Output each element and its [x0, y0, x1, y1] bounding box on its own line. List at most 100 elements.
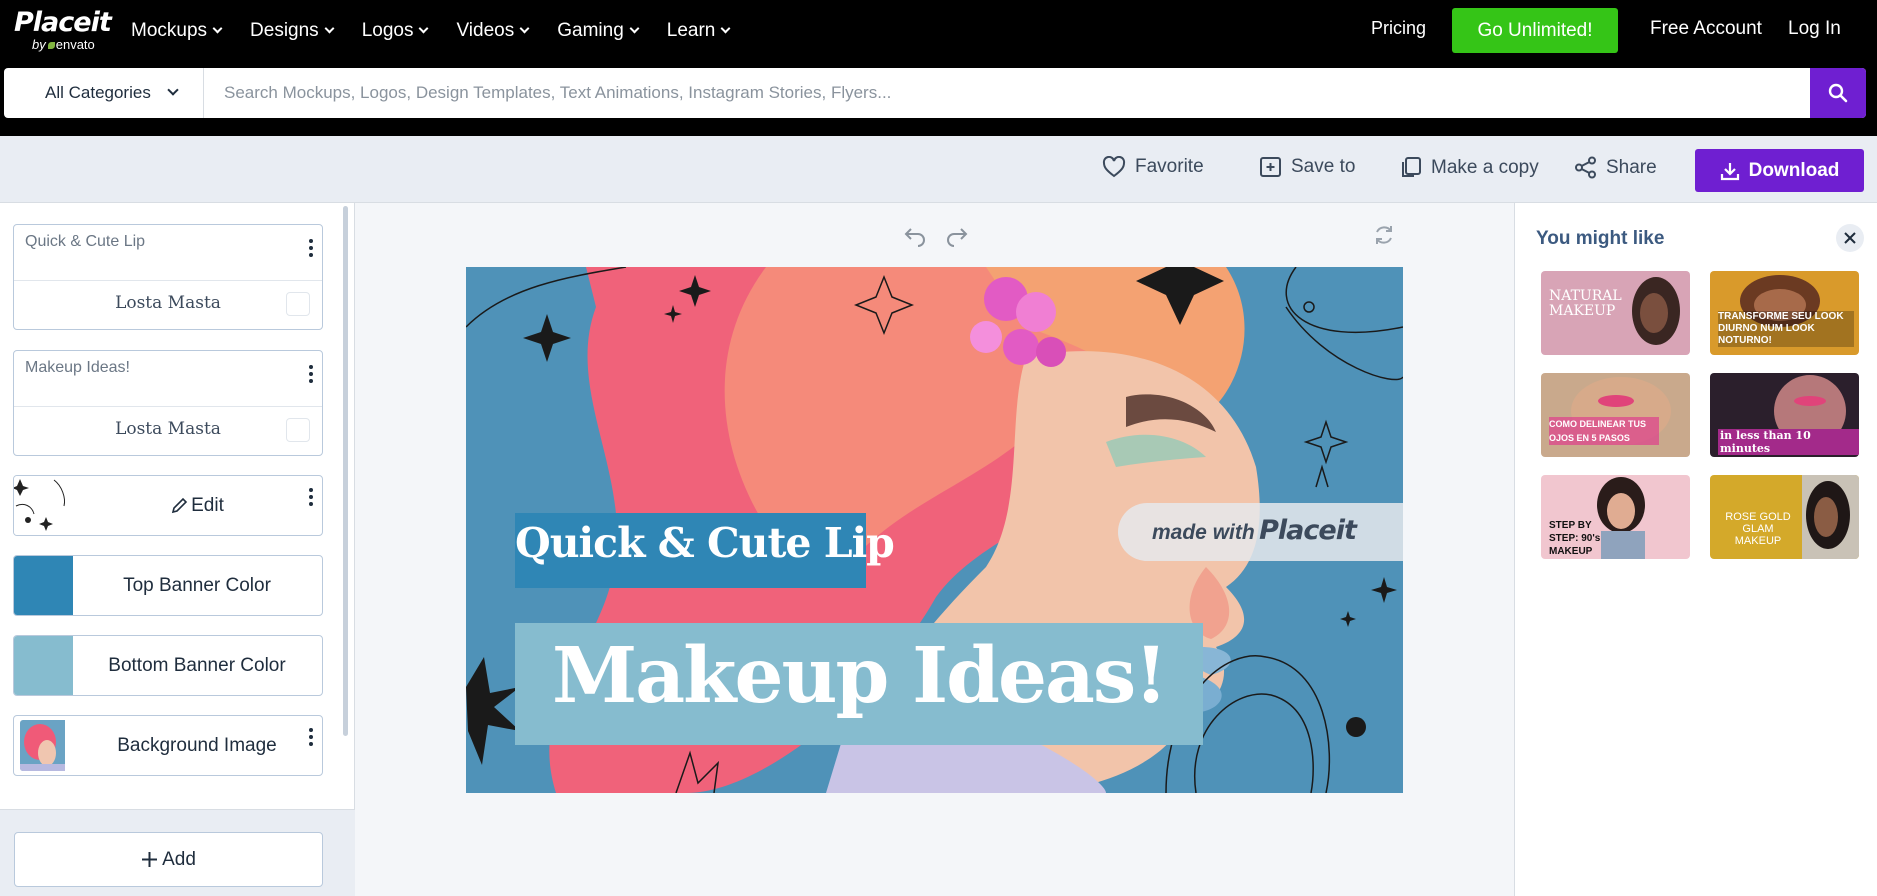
redo-icon[interactable] [945, 223, 969, 247]
bottom-banner-color-card[interactable]: Bottom Banner Color [13, 635, 323, 696]
add-layer-button[interactable]: Add [14, 832, 323, 887]
chevron-down-icon [212, 23, 223, 33]
top-navigation: Placeit by envato Mockups Designs Logos V… [0, 0, 1877, 61]
category-select[interactable]: All Categories [4, 68, 204, 118]
edit-graphics-button[interactable]: Edit [72, 476, 322, 535]
close-panel-button[interactable] [1836, 224, 1864, 252]
watermark: made with Placeit [1152, 515, 1357, 546]
editor-toolbar: Favorite Save to Make a copy Share Downl… [0, 136, 1877, 203]
more-options-icon[interactable] [307, 486, 315, 508]
suggestion-tile[interactable]: STEP BY STEP: 90's MAKEUP [1541, 475, 1690, 559]
make-copy-button[interactable]: Make a copy [1399, 156, 1539, 179]
graphics-thumbnail [14, 476, 72, 535]
menu-learn[interactable]: Learn [666, 19, 731, 42]
chevron-down-icon [419, 23, 429, 33]
suggestions-title: You might like [1536, 228, 1665, 249]
suggestion-text: TRANSFORME SEU LOOK DIURNO NUM LOOK NOTU… [1718, 311, 1854, 347]
menu-mockups[interactable]: Mockups [131, 19, 223, 42]
add-to-folder-icon [1260, 157, 1281, 177]
bottom-banner-color-swatch[interactable] [14, 636, 73, 695]
login-link[interactable]: Log In [1788, 18, 1841, 40]
suggestion-tile[interactable]: ROSE GOLD GLAM MAKEUP [1710, 475, 1859, 559]
font-selector[interactable]: Losta Masta [14, 419, 322, 439]
layers-scrollbar[interactable] [343, 206, 348, 736]
suggestion-tile[interactable]: NATURAL MAKEUP [1541, 271, 1690, 355]
chevron-down-icon [720, 23, 731, 33]
graphics-layer-card[interactable]: Edit [13, 475, 323, 536]
text-layer-card[interactable]: Quick & Cute Lip Losta Masta [13, 224, 323, 330]
search-button[interactable] [1810, 68, 1866, 118]
font-selector[interactable]: Losta Masta [14, 293, 322, 313]
save-to-label: Save to [1291, 156, 1356, 177]
main-menu: Mockups Designs Logos Videos Gaming Lear… [131, 0, 758, 61]
menu-label: Gaming [557, 19, 624, 41]
divider [14, 406, 322, 407]
suggestion-tile[interactable]: COMO DELINEAR TUS OJOS EN 5 PASOS [1541, 373, 1690, 457]
design-preview[interactable]: Quick & Cute Lip Makeup Ideas! made with… [466, 267, 1403, 793]
more-options-icon[interactable] [307, 363, 315, 385]
chevron-down-icon [324, 23, 335, 33]
background-image-thumbnail [20, 720, 72, 771]
download-label: Download [1748, 159, 1840, 181]
suggestion-tile[interactable]: TRANSFORME SEU LOOK DIURNO NUM LOOK NOTU… [1710, 271, 1859, 355]
chevron-down-icon [167, 84, 179, 96]
text-color-swatch[interactable] [286, 418, 310, 442]
menu-logos[interactable]: Logos [361, 19, 429, 42]
heart-icon [1102, 156, 1126, 178]
background-image-card[interactable]: Background Image [13, 715, 323, 776]
top-banner-color-swatch[interactable] [14, 556, 73, 615]
chevron-down-icon [519, 23, 530, 33]
headline-big[interactable]: Makeup Ideas! [515, 631, 1203, 721]
search-bar-area: All Categories [0, 61, 1877, 136]
bottom-banner-color-label: Bottom Banner Color [108, 654, 286, 676]
favorite-button[interactable]: Favorite [1102, 156, 1204, 178]
logo-byline: by envato [32, 37, 95, 52]
suggestion-text: COMO DELINEAR TUS OJOS EN 5 PASOS [1549, 417, 1659, 445]
download-icon [1720, 162, 1739, 180]
suggestion-text: NATURAL MAKEUP [1549, 288, 1622, 319]
watermark-prefix: made with [1152, 521, 1255, 544]
free-account-link[interactable]: Free Account [1650, 18, 1762, 40]
logo-envato: envato [55, 37, 95, 52]
pricing-link[interactable]: Pricing [1371, 18, 1426, 39]
menu-label: Learn [666, 19, 716, 41]
suggestion-text: STEP BY STEP: 90's MAKEUP [1549, 520, 1601, 557]
search-bar: All Categories [4, 68, 1866, 118]
share-button[interactable]: Share [1574, 156, 1657, 179]
menu-label: Videos [456, 19, 515, 41]
envato-leaf-icon [47, 42, 55, 49]
top-banner-color-card[interactable]: Top Banner Color [13, 555, 323, 616]
more-options-icon[interactable] [307, 726, 315, 748]
logo-by: by [32, 37, 46, 52]
menu-label: Logos [361, 19, 414, 41]
text-layer-card[interactable]: Makeup Ideas! Losta Masta [13, 350, 323, 456]
text-color-swatch[interactable] [286, 292, 310, 316]
text-layer-value: Makeup Ideas! [25, 359, 130, 376]
placeit-logo[interactable]: Placeit by envato [14, 9, 114, 53]
go-unlimited-button[interactable]: Go Unlimited! [1452, 8, 1618, 53]
search-input[interactable] [204, 68, 1810, 118]
close-icon [1844, 232, 1856, 244]
menu-label: Mockups [131, 19, 208, 41]
text-layer-value: Quick & Cute Lip [25, 233, 146, 250]
divider [14, 280, 322, 281]
refresh-icon[interactable] [1372, 223, 1396, 247]
make-copy-label: Make a copy [1431, 156, 1539, 178]
suggestions-panel: You might like NATURAL MAKEUP TRANSFORME… [1514, 203, 1877, 896]
menu-gaming[interactable]: Gaming [557, 19, 640, 42]
download-button[interactable]: Download [1695, 149, 1864, 192]
chevron-down-icon [629, 23, 640, 33]
logo-wordmark: Placeit [14, 7, 112, 38]
undo-icon[interactable] [903, 223, 927, 247]
more-options-icon[interactable] [307, 237, 315, 259]
layers-panel: Quick & Cute Lip Losta Masta Makeup Idea… [0, 203, 355, 896]
share-label: Share [1606, 156, 1657, 178]
save-to-button[interactable]: Save to [1259, 156, 1355, 178]
suggestion-text: in less than 10 minutes [1718, 429, 1859, 455]
headline-small[interactable]: Quick & Cute Lip [515, 519, 895, 567]
menu-videos[interactable]: Videos [456, 19, 530, 42]
pencil-icon [172, 497, 188, 513]
menu-designs[interactable]: Designs [250, 20, 335, 42]
category-label: All Categories [45, 83, 151, 102]
suggestion-tile[interactable]: in less than 10 minutes [1710, 373, 1859, 457]
